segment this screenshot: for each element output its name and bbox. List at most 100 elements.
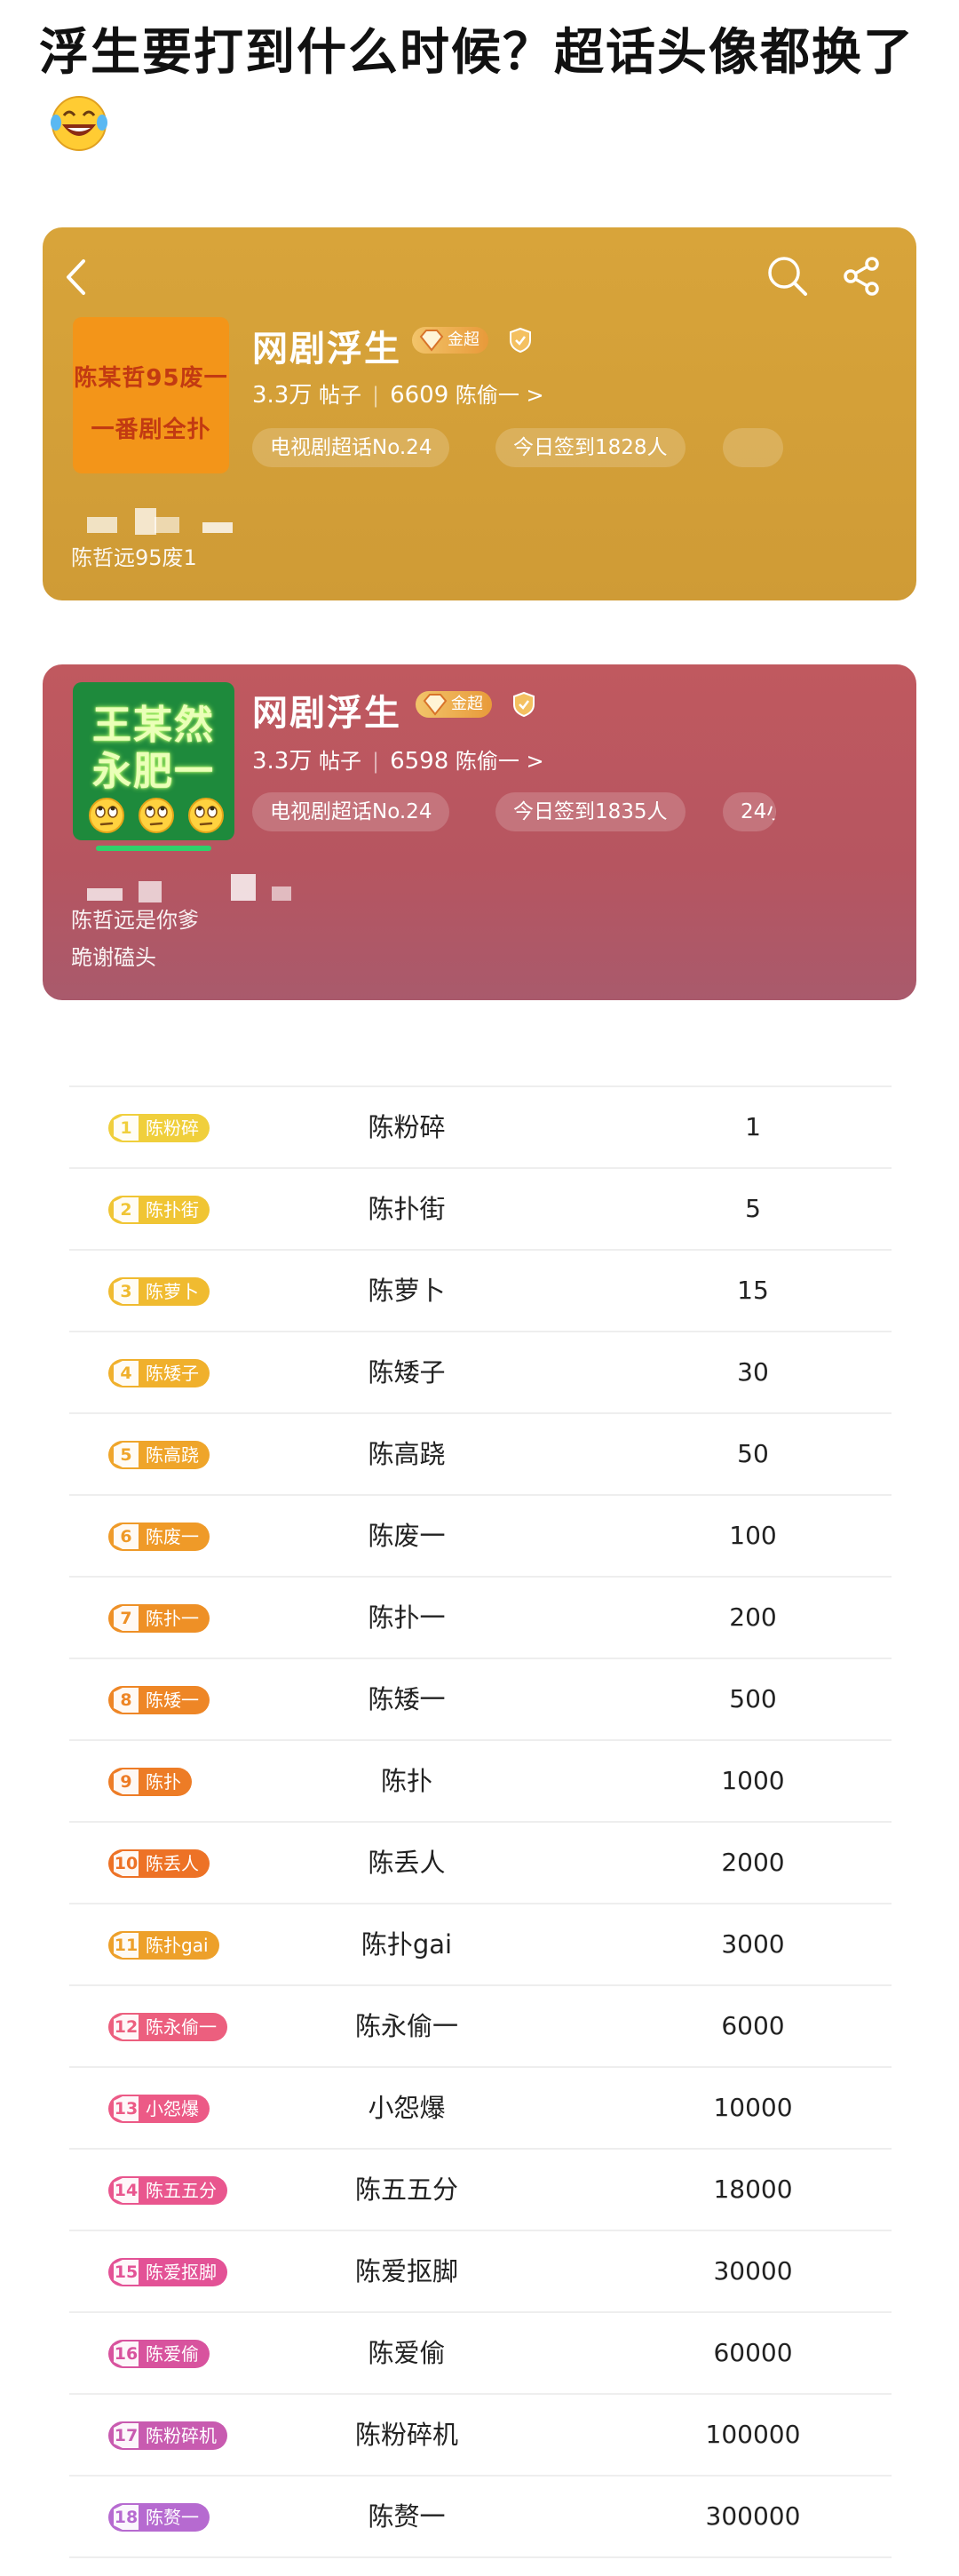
level-title: 小怨爆 [368,2093,446,2123]
level-required-value: 18000 [713,2174,793,2204]
level-badge-label: 小怨爆 [146,2098,199,2119]
posts-label: 帖子 [319,749,361,774]
post-title-text: 浮生要打到什么时候？超话头像都换了 [39,24,915,82]
level-number-icon: 13 [110,2095,142,2122]
level-row: 2 陈扑街 陈扑街 5 [69,1167,892,1249]
level-badge: 11 陈扑gai [108,1931,219,1960]
level-number-icon: 9 [110,1769,142,1795]
level-number-icon: 3 [110,1278,142,1305]
level-title: 陈五五分 [354,2174,458,2205]
pixelated-text [202,522,233,533]
avatar-underline [96,846,211,851]
level-required-value: 30000 [713,2256,793,2286]
level-row: 9 陈扑 陈扑 1000 [69,1739,892,1821]
level-required-value: 100000 [705,2420,801,2449]
chevron-right-icon: > [526,749,544,774]
level-badge-label: 陈萝卜 [146,1281,199,1302]
super-topic-card-before: 陈某哲95废一 一番剧全扑 网剧浮生 金超 3.3万 帖子 | 6609 陈偷一 >… [43,227,916,600]
level-required-value: 200 [729,1602,777,1632]
level-badge: 7 陈扑一 [108,1604,210,1633]
level-row: 14 陈五五分 陈五五分 18000 [69,2148,892,2230]
level-badge-label: 陈爱偷 [146,2343,199,2365]
level-number-icon: 7 [110,1605,142,1632]
rank-tag[interactable]: 电视剧超话No.24 [252,792,450,831]
checkin-tag[interactable]: 今日签到1835人 [495,792,686,831]
topic-name: 网剧浮生 [252,329,401,370]
level-number-icon: 5 [110,1442,142,1468]
level-number-icon: 4 [110,1360,142,1387]
verified-shield-icon [510,327,531,354]
level-row: 12 陈永偷一 陈永偷一 6000 [69,1984,892,2066]
level-number-icon: 8 [110,1687,142,1713]
level-badge-label: 陈扑gai [146,1935,209,1956]
level-badge: 1 陈粉碎 [108,1114,210,1142]
level-title: 陈爱偷 [368,2338,446,2368]
level-required-value: 30 [737,1357,769,1387]
level-required-value: 50 [737,1439,769,1468]
diamond-icon [423,694,448,716]
level-number-icon: 2 [110,1197,142,1223]
badge-label: 金超 [448,330,480,349]
level-badge: 14 陈五五分 [108,2176,227,2205]
level-row: 1 陈粉碎 陈粉碎 1 [69,1085,892,1167]
level-badge: 2 陈扑街 [108,1196,210,1224]
level-required-value: 2000 [721,1848,785,1877]
level-badge-label: 陈扑街 [146,1199,199,1220]
chevron-right-icon: > [526,383,544,408]
laughing-tears-emoji-icon [51,96,107,151]
level-row: 13 小怨爆 小怨爆 10000 [69,2066,892,2148]
level-badge: 3 陈萝卜 [108,1277,210,1306]
pixelated-text [139,881,162,902]
followers-link[interactable]: 6598 陈偷一 > [390,748,544,775]
back-arrow-icon[interactable] [64,258,87,297]
super-topic-avatar: 王某然 永肥一 [73,682,234,840]
super-topic-card-after: 王某然 永肥一 网剧浮生 金超 3.3万 帖子 | 6598 陈偷一 > 电视剧… [43,664,916,1000]
pixelated-text [155,517,179,533]
level-number-icon: 17 [110,2422,142,2449]
level-number-icon: 1 [110,1115,142,1141]
level-badge-label: 陈丢人 [146,1853,199,1874]
search-icon[interactable] [765,254,810,298]
followers-count: 6609 [390,382,449,409]
avatar-text-line2: 一番剧全扑 [91,417,211,443]
level-badge: 17 陈粉碎机 [108,2421,227,2450]
followers-link[interactable]: 6609 陈偷一 > [390,382,544,409]
level-badge-label: 陈爱抠脚 [146,2262,217,2283]
share-icon[interactable] [840,256,883,297]
level-number-icon: 15 [110,2259,142,2286]
level-badge-label: 陈废一 [146,1526,199,1547]
level-number-icon: 18 [110,2504,142,2531]
pixelated-text [135,508,156,535]
level-title: 陈扑一 [368,1602,446,1633]
level-row: 11 陈扑gai 陈扑gai 3000 [69,1903,892,1984]
level-badge: 6 陈废一 [108,1523,210,1551]
more-tag[interactable] [723,428,783,467]
more-tag[interactable]: 24小 [723,792,776,831]
post-title: 浮生要打到什么时候？超话头像都换了 [39,16,927,165]
level-badge: 8 陈矮一 [108,1686,210,1714]
level-required-value: 60000 [713,2338,793,2367]
level-row: 10 陈丢人 陈丢人 2000 [69,1821,892,1903]
checkin-tag[interactable]: 今日签到1828人 [495,428,686,467]
level-row: 5 陈高跷 陈高跷 50 [69,1412,892,1494]
level-table: 1 陈粉碎 陈粉碎 1 2 陈扑街 陈扑街 5 3 陈萝卜 陈萝卜 15 4 陈矮子 陈矮子 30 5 陈高跷 陈高… [69,1085,892,2558]
level-badge: 15 陈爱抠脚 [108,2258,227,2286]
badge-label: 金超 [451,695,483,713]
rank-tag[interactable]: 电视剧超话No.24 [252,428,450,467]
level-title: 陈扑 [380,1766,432,1796]
level-required-value: 500 [729,1684,777,1713]
topic-name: 网剧浮生 [252,693,401,734]
gold-super-badge: 金超 [416,691,492,718]
level-title: 陈永偷一 [354,2011,458,2041]
rolling-eyes-emoji-icon [89,798,224,833]
level-badge: 10 陈丢人 [108,1849,210,1878]
level-required-value: 5 [745,1194,761,1223]
level-required-value: 6000 [721,2011,785,2040]
level-row: 18 陈赘一 陈赘一 300000 [69,2475,892,2558]
level-title: 陈丢人 [368,1848,446,1878]
level-number-icon: 6 [110,1523,142,1550]
level-row: 3 陈萝卜 陈萝卜 15 [69,1249,892,1331]
level-number-icon: 10 [110,1850,142,1877]
diamond-icon [419,330,444,352]
level-badge-label: 陈粉碎机 [146,2425,217,2446]
